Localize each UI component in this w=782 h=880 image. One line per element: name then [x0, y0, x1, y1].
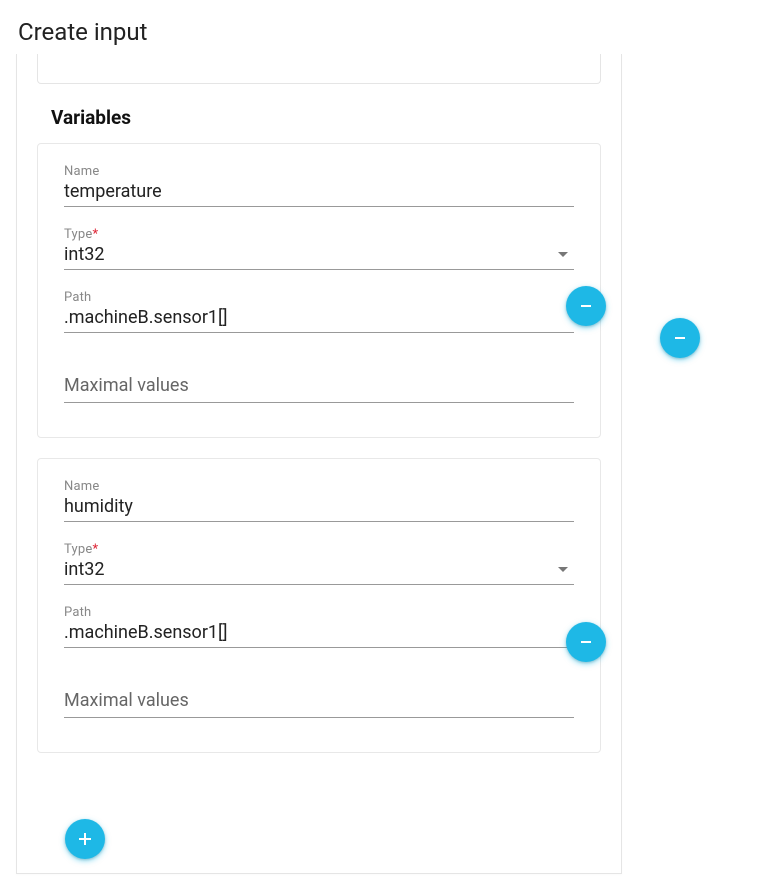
- minus-icon: [578, 634, 594, 650]
- minus-icon: [578, 298, 594, 314]
- name-label: Name: [64, 479, 574, 494]
- remove-variable-button[interactable]: [566, 286, 606, 326]
- name-input[interactable]: [64, 181, 574, 202]
- type-select[interactable]: int32: [64, 557, 574, 585]
- type-field: Type* int32: [64, 227, 574, 270]
- type-value: int32: [64, 244, 558, 265]
- name-input-row[interactable]: [64, 494, 574, 522]
- variable-card: Name Type* int32 Path Maximal values: [37, 458, 601, 753]
- path-label: Path: [64, 290, 574, 305]
- type-label-text: Type: [64, 227, 92, 242]
- chevron-down-icon: [558, 252, 568, 257]
- type-field: Type* int32: [64, 542, 574, 585]
- path-input[interactable]: [64, 307, 574, 328]
- max-values-placeholder: Maximal values: [64, 375, 189, 396]
- type-value: int32: [64, 559, 558, 580]
- outer-panel: Variables Name Type* int32 Path Maxim: [16, 54, 622, 874]
- name-field: Name: [64, 479, 574, 522]
- max-values-field[interactable]: Maximal values: [64, 369, 574, 403]
- type-label: Type*: [64, 227, 574, 242]
- path-input-row[interactable]: [64, 620, 574, 648]
- plus-icon: [77, 831, 93, 847]
- type-label-text: Type: [64, 542, 92, 557]
- add-variable-button[interactable]: [65, 819, 105, 859]
- max-values-placeholder: Maximal values: [64, 690, 189, 711]
- chevron-down-icon: [558, 567, 568, 572]
- name-input-row[interactable]: [64, 179, 574, 207]
- path-input[interactable]: [64, 622, 574, 643]
- previous-card-placeholder: [37, 54, 601, 84]
- path-label: Path: [64, 605, 574, 620]
- page-title: Create input: [0, 0, 782, 54]
- type-select[interactable]: int32: [64, 242, 574, 270]
- name-label: Name: [64, 164, 574, 179]
- type-label: Type*: [64, 542, 574, 557]
- variables-section-title: Variables: [17, 84, 621, 137]
- required-mark: *: [92, 542, 98, 557]
- name-input[interactable]: [64, 496, 574, 517]
- path-input-row[interactable]: [64, 305, 574, 333]
- variable-card: Name Type* int32 Path Maximal values: [37, 143, 601, 438]
- remove-variable-button[interactable]: [566, 622, 606, 662]
- path-field: Path: [64, 290, 574, 333]
- remove-section-button[interactable]: [660, 318, 700, 358]
- minus-icon: [672, 330, 688, 346]
- required-mark: *: [92, 227, 98, 242]
- path-field: Path: [64, 605, 574, 648]
- max-values-field[interactable]: Maximal values: [64, 684, 574, 718]
- name-field: Name: [64, 164, 574, 207]
